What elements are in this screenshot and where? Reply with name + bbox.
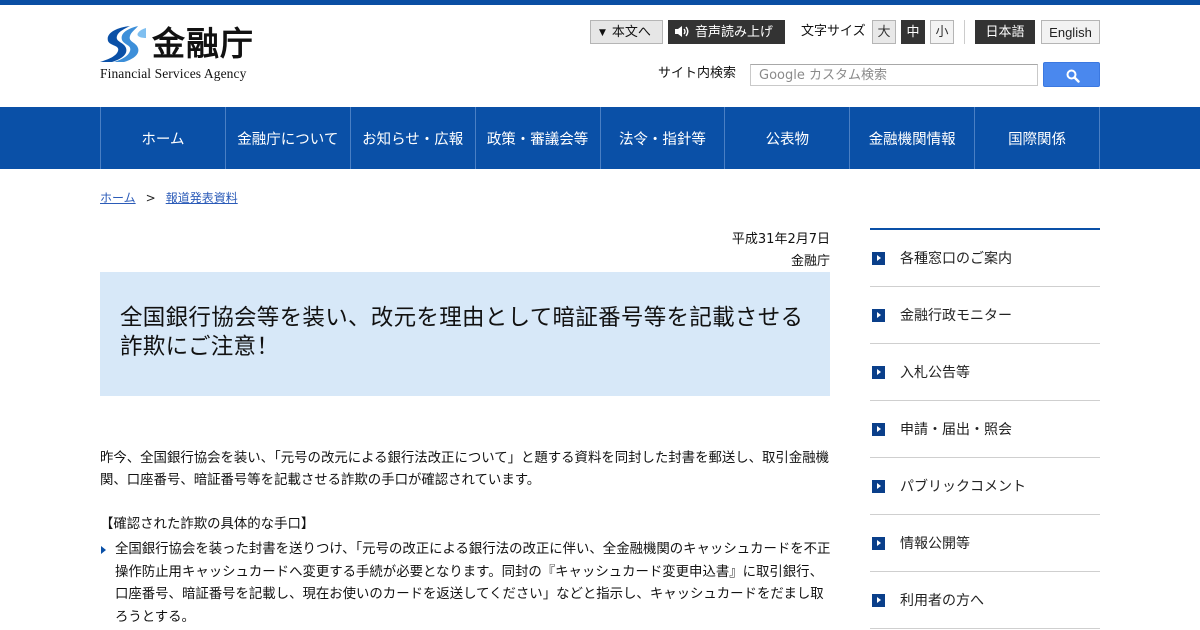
site-search-label: サイト内検索 [658,66,737,81]
sidebar-item-users[interactable]: 利用者の方へ [870,572,1100,629]
speaker-icon [675,26,689,37]
voice-read-label: 音声読み上げ [695,25,774,40]
nav-item-international[interactable]: 国際関係 [975,107,1100,169]
nav-item-news[interactable]: お知らせ・広報 [351,107,476,169]
search-button[interactable] [1043,62,1100,87]
sidebar-item-label: 申請・届出・照会 [900,422,1012,438]
lang-japanese-button[interactable]: 日本語 [975,20,1035,44]
breadcrumb-separator: > [145,191,156,205]
nav-item-publications[interactable]: 公表物 [725,107,851,169]
breadcrumb: ホーム > 報道発表資料 [100,189,238,207]
sidebar-item-applications[interactable]: 申請・届出・照会 [870,401,1100,458]
font-size-label: 文字サイズ [801,24,866,39]
caret-down-icon: ▼ [599,28,606,38]
sidebar-item-public-comment[interactable]: パブリックコメント [870,458,1100,515]
nav-item-policy[interactable]: 政策・審議会等 [476,107,601,169]
sidebar-item-label: 入札公告等 [900,365,970,381]
release-date: 平成31年2月7日 [731,232,830,247]
list-item-text: 全国銀行協会を装った封書を送りつけ、「元号の改正による銀行法の改正に伴い、全金融… [115,542,831,625]
arrow-square-icon [872,252,885,265]
sidebar: 各種窓口のご案内 金融行政モニター 入札公告等 申請・届出・照会 パブリックコメ… [870,228,1100,629]
nav-item-home[interactable]: ホーム [101,107,226,169]
sidebar-item-label: 利用者の方へ [900,593,984,609]
arrow-square-icon [872,537,885,550]
search-icon [1066,69,1080,83]
arrow-square-icon [872,423,885,436]
sidebar-item-disclosure[interactable]: 情報公開等 [870,515,1100,572]
arrow-square-icon [872,366,885,379]
font-size-medium-button[interactable]: 中 [901,20,925,44]
logo-text-ja: 金融庁 [152,24,254,63]
sidebar-item-contacts[interactable]: 各種窓口のご案内 [870,230,1100,287]
nav-item-about[interactable]: 金融庁について [226,107,351,169]
arrow-square-icon [872,309,885,322]
sidebar-item-label: 情報公開等 [900,536,970,552]
release-issuer: 金融庁 [790,254,830,269]
sidebar-item-bids[interactable]: 入札公告等 [870,344,1100,401]
release-info: 平成31年2月7日 金融庁 [600,229,830,273]
voice-read-button[interactable]: 音声読み上げ [668,20,785,44]
section-heading: 【確認された詐欺の具体的な手口】 [100,517,315,532]
top-accent-bar [0,0,1200,5]
lang-english-button[interactable]: English [1041,20,1100,44]
sidebar-item-label: パブリックコメント [900,479,1026,495]
skip-to-content-button[interactable]: ▼ 本文へ [590,20,663,44]
breadcrumb-home-link[interactable]: ホーム [100,191,136,205]
global-nav: ホーム 金融庁について お知らせ・広報 政策・審議会等 法令・指針等 公表物 金… [0,107,1200,169]
divider [964,20,965,44]
bullet-arrow-icon [101,546,106,554]
intro-paragraph: 昨今、全国銀行協会を装い、「元号の改元による銀行法改正について」と題する資料を同… [100,451,829,488]
logo-text-en: Financial Services Agency [100,66,247,81]
sidebar-item-monitor[interactable]: 金融行政モニター [870,287,1100,344]
breadcrumb-current-link[interactable]: 報道発表資料 [166,191,238,205]
sidebar-item-label: 金融行政モニター [900,308,1012,324]
search-input[interactable] [750,64,1038,86]
skip-to-content-label: 本文へ [611,25,651,40]
list-item: 全国銀行協会を装った封書を送りつけ、「元号の改正による銀行法の改正に伴い、全金融… [100,539,835,629]
sidebar-item-label: 各種窓口のご案内 [900,251,1012,267]
font-size-large-button[interactable]: 大 [872,20,896,44]
nav-item-laws[interactable]: 法令・指針等 [601,107,726,169]
fsa-emblem-icon [100,26,146,62]
arrow-square-icon [872,480,885,493]
font-size-small-button[interactable]: 小 [930,20,954,44]
nav-item-institutions[interactable]: 金融機関情報 [850,107,976,169]
fsa-logo[interactable]: 金融庁 Financial Services Agency [100,24,270,84]
page-title: 全国銀行協会等を装い、改元を理由として暗証番号等を記載させる詐欺にご注意！ [120,305,804,360]
arrow-square-icon [872,594,885,607]
title-box: 全国銀行協会等を装い、改元を理由として暗証番号等を記載させる詐欺にご注意！ [100,272,830,396]
